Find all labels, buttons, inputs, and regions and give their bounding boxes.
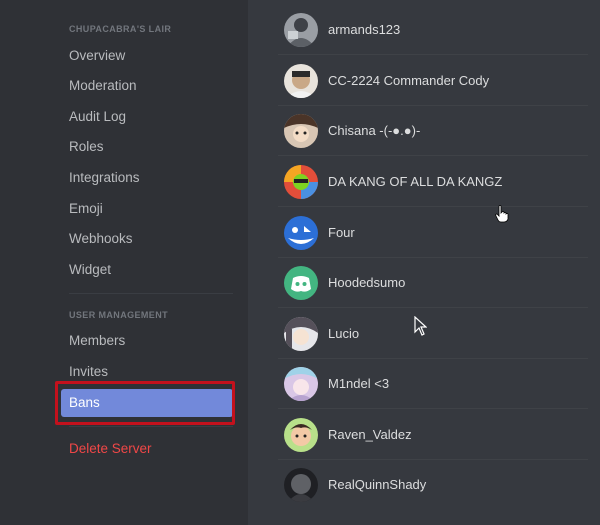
server-name-header: CHUPACABRA'S LAIR — [69, 24, 172, 34]
banned-username: Hoodedsumo — [328, 275, 406, 290]
sidebar-divider — [69, 426, 233, 427]
banned-username: Chisana -(-●.●)- — [328, 123, 421, 138]
banned-username: CC-2224 Commander Cody — [328, 73, 490, 88]
ban-list-item[interactable]: Raven_Valdez — [278, 410, 588, 460]
banned-username: M1ndel <3 — [328, 376, 390, 391]
sidebar-item-audit-log[interactable]: Audit Log — [61, 103, 233, 131]
user-management-header: USER MANAGEMENT — [69, 310, 169, 320]
ban-list-item[interactable]: Four — [278, 208, 588, 258]
banned-username: Four — [328, 225, 355, 240]
user-avatar — [284, 114, 318, 148]
banned-username: Lucio — [328, 326, 360, 341]
banned-username: Raven_Valdez — [328, 427, 412, 442]
sidebar-item-roles[interactable]: Roles — [61, 133, 233, 161]
sidebar-item-widget[interactable]: Widget — [61, 256, 233, 284]
user-avatar — [284, 13, 318, 47]
ban-list-item[interactable]: CC-2224 Commander Cody — [278, 56, 588, 106]
banned-username: armands123 — [328, 22, 401, 37]
default-discord-avatar — [284, 266, 318, 300]
sidebar-divider — [69, 293, 233, 294]
sidebar-item-moderation[interactable]: Moderation — [61, 72, 233, 100]
sidebar-item-integrations[interactable]: Integrations — [61, 164, 233, 192]
arrow-cursor-icon — [414, 315, 428, 341]
sidebar-item-members[interactable]: Members — [61, 327, 233, 355]
user-avatar — [284, 418, 318, 452]
user-avatar — [284, 165, 318, 199]
sidebar-item-webhooks[interactable]: Webhooks — [61, 225, 233, 253]
delete-server-button[interactable]: Delete Server — [61, 435, 233, 463]
banned-username: DA KANG OF ALL DA KANGZ — [328, 174, 503, 189]
user-avatar — [284, 317, 318, 351]
ban-list-item[interactable]: DA KANG OF ALL DA KANGZ — [278, 157, 588, 207]
sidebar-item-emoji[interactable]: Emoji — [61, 195, 233, 223]
ban-list-item[interactable]: M1ndel <3 — [278, 359, 588, 409]
settings-sidebar: CHUPACABRA'S LAIR Overview Moderation Au… — [0, 0, 248, 525]
user-avatar — [284, 64, 318, 98]
user-avatar — [284, 468, 318, 502]
sidebar-item-overview[interactable]: Overview — [61, 42, 233, 70]
ban-list-item[interactable]: Hoodedsumo — [278, 258, 588, 308]
user-avatar — [284, 216, 318, 250]
hand-cursor-icon — [495, 205, 509, 228]
banned-username: RealQuinnShady — [328, 477, 427, 492]
bans-highlight-annotation — [55, 381, 235, 425]
ban-list-item[interactable]: RealQuinnShady — [278, 460, 588, 510]
user-avatar — [284, 367, 318, 401]
ban-list-item[interactable]: Chisana -(-●.●)- — [278, 106, 588, 156]
ban-list-item[interactable]: armands123 — [278, 5, 588, 55]
ban-list-item[interactable]: Lucio — [278, 309, 588, 359]
